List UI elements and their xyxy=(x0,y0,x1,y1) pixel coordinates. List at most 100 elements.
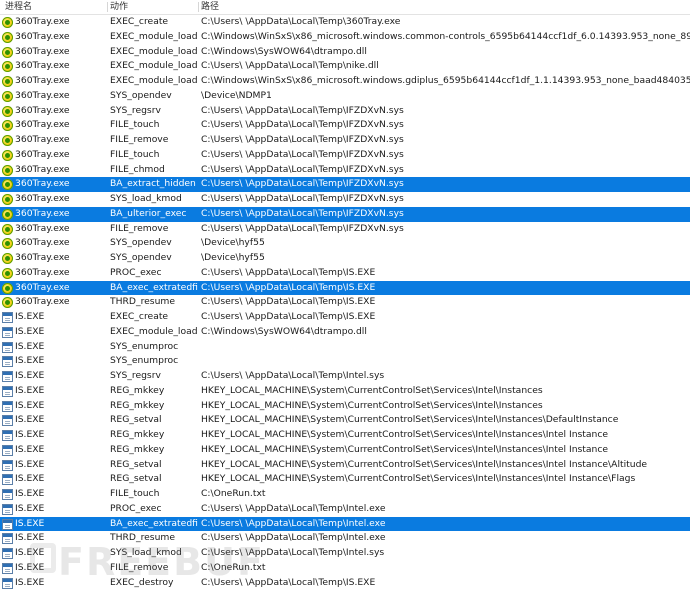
executable-file-icon xyxy=(2,548,13,559)
table-row[interactable]: 360Tray.exe EXEC_module_load C:\Users\ \Ap… xyxy=(0,59,690,74)
table-row[interactable]: IS.EXE REG_mkkey HKEY_LOCAL_MACHINE\System… xyxy=(0,384,690,399)
action-cell: THRD_resume xyxy=(110,296,176,308)
security-app-icon xyxy=(2,61,13,73)
table-row[interactable]: IS.EXE EXEC_module_load C:\Windows\SysWOW6… xyxy=(0,325,690,340)
executable-file-icon xyxy=(2,518,13,530)
process-name-cell: 360Tray.exe xyxy=(15,222,70,234)
security-app-icon xyxy=(2,208,13,220)
action-cell: FILE_remove xyxy=(110,134,169,145)
process-name-cell: IS.EXE xyxy=(15,429,45,440)
action-cell: EXEC_module_load xyxy=(110,75,198,86)
action-cell: SYS_opendev xyxy=(110,89,172,101)
table-row[interactable]: 360Tray.exe THRD_resume C:\Users\ \AppData… xyxy=(0,295,690,310)
path-cell: C:\Windows\WinSxS\x86_microsoft.windows.… xyxy=(201,75,690,86)
column-separator[interactable] xyxy=(107,2,108,12)
table-row[interactable]: IS.EXE SYS_enumproc xyxy=(0,340,690,355)
process-name-cell: IS.EXE xyxy=(15,311,45,322)
column-header: 进程名 动作 路径 xyxy=(0,0,690,15)
header-process-name[interactable]: 进程名 xyxy=(5,1,32,13)
table-row[interactable]: 360Tray.exe FILE_remove C:\Users\ \AppData… xyxy=(0,222,690,237)
process-name-cell: IS.EXE xyxy=(15,370,45,381)
table-row[interactable]: 360Tray.exe FILE_remove C:\Users\ \AppData… xyxy=(0,133,690,148)
security-app-icon xyxy=(2,46,13,58)
path-cell: C:\OneRun.txt xyxy=(201,561,266,573)
table-row[interactable]: 360Tray.exe BA_exec_extratedfile C:\Users\… xyxy=(0,280,690,296)
executable-file-icon xyxy=(2,533,13,545)
header-action[interactable]: 动作 xyxy=(110,1,128,13)
path-cell: C:\Users\ \AppData\Local\Temp\Intel.exe xyxy=(201,532,386,544)
table-row[interactable]: 360Tray.exe SYS_regsrv C:\Users\ \AppData\… xyxy=(0,104,690,119)
path-cell: C:\Users\ \AppData\Local\Temp\Intel.exe xyxy=(201,502,386,514)
table-row[interactable]: IS.EXE BA_exec_extratedfile C:\Users\ \App… xyxy=(0,516,690,532)
path-cell: C:\Users\ \AppData\Local\Temp\IFZDXvN.sy… xyxy=(201,148,404,160)
action-cell: SYS_opendev xyxy=(110,252,172,263)
action-cell: PROC_exec xyxy=(110,502,162,514)
process-name-cell: IS.EXE xyxy=(15,517,45,529)
table-row[interactable]: 360Tray.exe FILE_touch C:\Users\ \AppData\… xyxy=(0,148,690,163)
action-cell: BA_extract_hidden xyxy=(110,178,196,190)
table-row[interactable]: 360Tray.exe FILE_touch C:\Users\ \AppData\… xyxy=(0,118,690,133)
security-app-icon xyxy=(2,238,13,250)
action-cell: REG_mkkey xyxy=(110,429,165,440)
path-cell: C:\Users\ \AppData\Local\Temp\IFZDXvN.sy… xyxy=(201,163,404,175)
process-name-cell: 360Tray.exe xyxy=(15,45,70,57)
process-name-cell: IS.EXE xyxy=(15,384,45,396)
executable-file-icon xyxy=(2,385,13,397)
column-separator[interactable] xyxy=(198,2,199,12)
executable-file-icon xyxy=(2,326,13,338)
executable-file-icon xyxy=(2,474,13,486)
header-path[interactable]: 路径 xyxy=(201,1,219,13)
table-row[interactable]: IS.EXE REG_mkkey HKEY_LOCAL_MACHINE\System… xyxy=(0,399,690,414)
action-cell: FILE_remove xyxy=(110,222,169,234)
security-app-icon xyxy=(2,179,13,191)
table-row[interactable]: IS.EXE REG_mkkey HKEY_LOCAL_MACHINE\System… xyxy=(0,428,690,443)
table-row[interactable]: IS.EXE REG_setval HKEY_LOCAL_MACHINE\Syste… xyxy=(0,472,690,487)
table-row[interactable]: IS.EXE REG_setval HKEY_LOCAL_MACHINE\Syste… xyxy=(0,413,690,428)
security-app-icon xyxy=(2,297,13,309)
table-row[interactable]: 360Tray.exe SYS_opendev \Device\NDMP1 xyxy=(0,89,690,104)
table-row[interactable]: 360Tray.exe EXEC_module_load C:\Windows\Sy… xyxy=(0,45,690,60)
executable-file-icon xyxy=(2,489,13,500)
executable-file-icon xyxy=(2,459,13,471)
table-row[interactable]: 360Tray.exe FILE_chmod C:\Users\ \AppData\… xyxy=(0,163,690,178)
executable-file-icon xyxy=(2,341,13,353)
security-app-icon xyxy=(2,282,13,294)
security-app-icon xyxy=(2,223,13,235)
table-row[interactable]: IS.EXE PROC_exec C:\Users\ \AppData\Local\… xyxy=(0,502,690,517)
table-row[interactable]: 360Tray.exe SYS_opendev \Device\hyf55 xyxy=(0,236,690,251)
action-cell: SYS_load_kmod xyxy=(110,193,182,204)
table-row[interactable]: 360Tray.exe EXEC_create C:\Users\ \AppData… xyxy=(0,15,690,30)
table-row[interactable]: 360Tray.exe EXEC_module_load C:\Windows\Wi… xyxy=(0,74,690,89)
table-row[interactable]: IS.EXE REG_mkkey HKEY_LOCAL_MACHINE\System… xyxy=(0,443,690,458)
path-cell: \Device\hyf55 xyxy=(201,252,265,263)
process-name-cell: 360Tray.exe xyxy=(15,16,70,27)
path-cell: HKEY_LOCAL_MACHINE\System\CurrentControl… xyxy=(201,399,543,411)
process-name-cell: IS.EXE xyxy=(15,488,45,499)
process-name-cell: 360Tray.exe xyxy=(15,148,70,160)
executable-file-icon xyxy=(2,356,13,368)
table-row[interactable]: 360Tray.exe SYS_load_kmod C:\Users\ \AppDa… xyxy=(0,192,690,207)
path-cell: HKEY_LOCAL_MACHINE\System\CurrentControl… xyxy=(201,473,636,485)
action-cell: EXEC_module_load xyxy=(110,60,198,72)
table-row[interactable]: IS.EXE SYS_regsrv C:\Users\ \AppData\Local… xyxy=(0,369,690,384)
action-cell: FILE_chmod xyxy=(110,163,165,175)
executable-file-icon xyxy=(2,444,13,456)
table-row[interactable]: IS.EXE REG_setval HKEY_LOCAL_MACHINE\Syste… xyxy=(0,458,690,473)
table-row[interactable]: IS.EXE FILE_touch C:\OneRun.txt xyxy=(0,487,690,502)
table-row[interactable]: 360Tray.exe EXEC_module_load C:\Windows\Wi… xyxy=(0,30,690,45)
action-cell: FILE_touch xyxy=(110,148,160,160)
path-cell: HKEY_LOCAL_MACHINE\System\CurrentControl… xyxy=(201,443,609,455)
table-row[interactable]: 360Tray.exe PROC_exec C:\Users\ \AppData\L… xyxy=(0,266,690,281)
table-row[interactable]: 360Tray.exe BA_ulterior_exec C:\Users\ \Ap… xyxy=(0,206,690,222)
action-cell: FILE_touch xyxy=(110,119,160,131)
watermark: FREEBUF xyxy=(58,540,265,584)
action-cell: REG_setval xyxy=(110,458,162,470)
table-row[interactable]: IS.EXE SYS_enumproc xyxy=(0,354,690,369)
executable-file-icon xyxy=(2,577,13,589)
process-name-cell: 360Tray.exe xyxy=(15,252,70,263)
table-row[interactable]: IS.EXE EXEC_create C:\Users\ \AppData\Loca… xyxy=(0,310,690,325)
security-app-icon xyxy=(2,105,13,117)
table-row[interactable]: 360Tray.exe BA_extract_hidden C:\Users\ \A… xyxy=(0,177,690,192)
action-cell: REG_mkkey xyxy=(110,399,165,411)
table-row[interactable]: 360Tray.exe SYS_opendev \Device\hyf55 xyxy=(0,251,690,266)
